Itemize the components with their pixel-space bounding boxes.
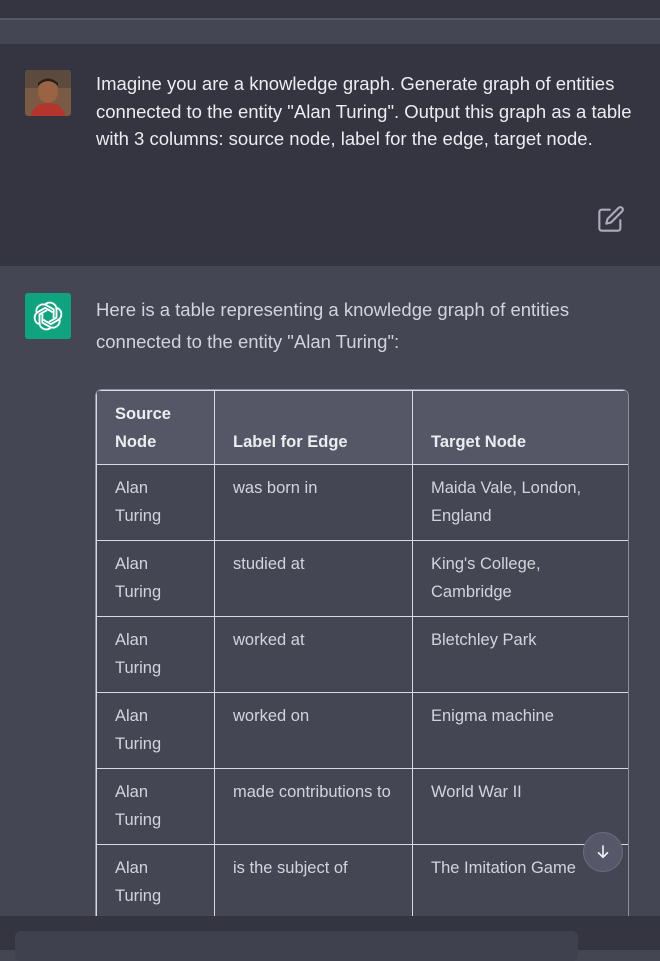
cell-source-node: Alan Turing — [96, 692, 215, 769]
top-bar — [0, 0, 660, 20]
cell-edge-label: studied at — [214, 540, 413, 617]
user-avatar — [25, 70, 71, 116]
cell-source-node: Alan Turing — [96, 540, 215, 617]
cell-target-node: Enigma machine — [412, 692, 628, 769]
cell-edge-label: worked at — [214, 616, 413, 693]
cell-source-node: Alan Turing — [96, 768, 215, 845]
cell-source-node: Alan Turing — [96, 844, 215, 916]
header-label-for-edge: Label for Edge — [214, 390, 413, 465]
arrow-down-icon — [597, 845, 609, 859]
cell-edge-label: is the subject of — [214, 844, 413, 916]
cell-edge-label: made contributions to — [214, 768, 413, 845]
cell-source-node: Alan Turing — [96, 616, 215, 693]
cell-target-node: Maida Vale, London, England — [412, 464, 628, 541]
cell-target-node: King's College, Cambridge — [412, 540, 628, 617]
scroll-down-button[interactable] — [583, 832, 623, 872]
table-row: Alan Turing made contributions to World Wa… — [96, 768, 628, 845]
table-row: Alan Turing was born in Maida Vale, London… — [96, 464, 628, 541]
cell-target-node: Bletchley Park — [412, 616, 628, 693]
cell-edge-label: worked on — [214, 692, 413, 769]
cell-edge-label: was born in — [214, 464, 413, 541]
message-input[interactable] — [15, 931, 578, 961]
user-message-text: Imagine you are a knowledge graph. Gener… — [96, 73, 632, 149]
table-row: Alan Turing worked on Enigma machine — [96, 692, 628, 769]
header-target-node: Target Node — [412, 390, 628, 465]
table-row: Alan Turing worked at Bletchley Park — [96, 616, 628, 693]
openai-logo-icon — [25, 293, 71, 339]
table-row: Alan Turing is the subject of The Imitatio… — [96, 844, 628, 916]
table-row: Alan Turing studied at King's College, Cam… — [96, 540, 628, 617]
edit-button[interactable] — [597, 205, 625, 233]
cell-source-node: Alan Turing — [96, 464, 215, 541]
edit-icon — [598, 206, 624, 232]
assistant-intro-text: Here is a table representing a knowledge… — [96, 299, 570, 352]
table-header-row: Source Node Label for Edge Target Node — [96, 390, 628, 465]
header-source-node: Source Node — [96, 390, 215, 465]
knowledge-graph-table: Source Node Label for Edge Target Node A… — [95, 389, 629, 916]
